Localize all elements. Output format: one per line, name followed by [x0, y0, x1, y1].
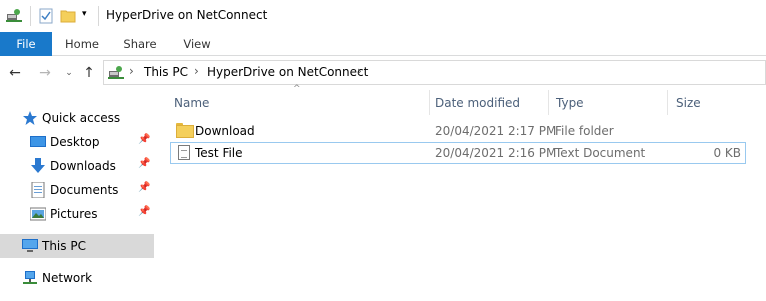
breadcrumb-chevron-icon[interactable]: › — [129, 64, 134, 78]
titlebar-divider — [30, 6, 31, 26]
sidebar-item-label: Pictures — [50, 207, 98, 221]
tab-home[interactable]: Home — [56, 32, 108, 56]
folder-icon — [176, 123, 194, 139]
window-title: HyperDrive on NetConnect — [106, 8, 268, 22]
file-date-modified: 20/04/2021 2:17 PM — [435, 124, 557, 138]
sidebar-item-label: Desktop — [50, 135, 100, 149]
network-icon — [22, 270, 38, 286]
file-type: Text Document — [555, 146, 646, 160]
column-divider[interactable] — [667, 90, 668, 115]
ribbon-tabs: File Home Share View — [0, 32, 766, 56]
star-icon — [22, 110, 38, 126]
column-header-type[interactable]: Type — [556, 92, 666, 115]
computer-icon — [22, 238, 38, 254]
text-document-icon — [176, 145, 192, 161]
download-arrow-icon — [30, 158, 46, 174]
sidebar-item-label: Quick access — [42, 111, 121, 125]
pin-icon[interactable]: 📌 — [138, 158, 150, 169]
drive-location-icon — [108, 65, 124, 84]
column-divider[interactable] — [548, 90, 549, 115]
desktop-icon — [30, 134, 46, 150]
customize-toolbar-dropdown-icon[interactable]: ▾ — [82, 9, 87, 19]
breadcrumb-current-folder[interactable]: HyperDrive on NetConnect — [207, 65, 368, 79]
back-icon[interactable]: ← — [6, 64, 24, 82]
column-header-name[interactable]: Name — [174, 92, 428, 115]
file-name: Download — [195, 124, 255, 138]
file-type: File folder — [555, 124, 614, 138]
sidebar-item-quick-access[interactable]: Quick access — [0, 106, 154, 130]
title-bar: ▾ HyperDrive on NetConnect — [0, 0, 766, 32]
navigation-pane: Quick access Desktop 📌 Downloads 📌 Docum… — [0, 92, 154, 301]
file-row-test-file[interactable]: Test File 20/04/2021 2:16 PM Text Docume… — [170, 142, 746, 164]
sidebar-item-label: Network — [42, 271, 93, 285]
address-bar[interactable]: › This PC › HyperDrive on NetConnect › — [103, 60, 766, 85]
drive-app-icon[interactable] — [6, 8, 22, 27]
pin-icon[interactable]: 📌 — [138, 182, 150, 193]
sidebar-item-documents[interactable]: Documents 📌 — [0, 178, 154, 202]
breadcrumb-chevron-icon[interactable]: › — [194, 64, 199, 78]
sidebar-item-desktop[interactable]: Desktop 📌 — [0, 130, 154, 154]
file-size: 0 KB — [713, 146, 741, 160]
sidebar-item-label: Downloads — [50, 159, 116, 173]
sidebar-item-label: This PC — [42, 239, 86, 253]
sidebar-item-this-pc[interactable]: This PC — [0, 234, 154, 258]
sidebar-item-label: Documents — [50, 183, 119, 197]
titlebar-divider — [98, 6, 99, 26]
file-date-modified: 20/04/2021 2:16 PM — [435, 146, 557, 160]
documents-icon — [30, 181, 46, 199]
up-icon[interactable]: ↑ — [80, 64, 98, 82]
sidebar-item-pictures[interactable]: Pictures 📌 — [0, 202, 154, 226]
file-row-download[interactable]: Download 20/04/2021 2:17 PM File folder — [170, 120, 746, 142]
sidebar-item-network[interactable]: Network — [0, 266, 154, 290]
forward-icon[interactable]: → — [36, 64, 54, 82]
file-name: Test File — [195, 146, 243, 160]
breadcrumb-chevron-icon[interactable]: › — [357, 64, 362, 78]
sidebar-item-downloads[interactable]: Downloads 📌 — [0, 154, 154, 178]
breadcrumb-this-pc[interactable]: This PC — [144, 65, 188, 79]
properties-icon[interactable] — [38, 8, 54, 27]
column-divider[interactable] — [429, 90, 430, 115]
pin-icon[interactable]: 📌 — [138, 206, 150, 217]
pictures-icon — [29, 206, 47, 222]
tab-view[interactable]: View — [171, 32, 223, 56]
recent-locations-dropdown-icon[interactable]: ⌄ — [60, 64, 78, 82]
tab-share[interactable]: Share — [114, 32, 166, 56]
column-header-date-modified[interactable]: Date modified — [435, 92, 547, 115]
column-header-size[interactable]: Size — [676, 92, 746, 115]
tab-file[interactable]: File — [0, 32, 52, 56]
pin-icon[interactable]: 📌 — [138, 134, 150, 145]
new-folder-icon[interactable] — [60, 8, 76, 27]
